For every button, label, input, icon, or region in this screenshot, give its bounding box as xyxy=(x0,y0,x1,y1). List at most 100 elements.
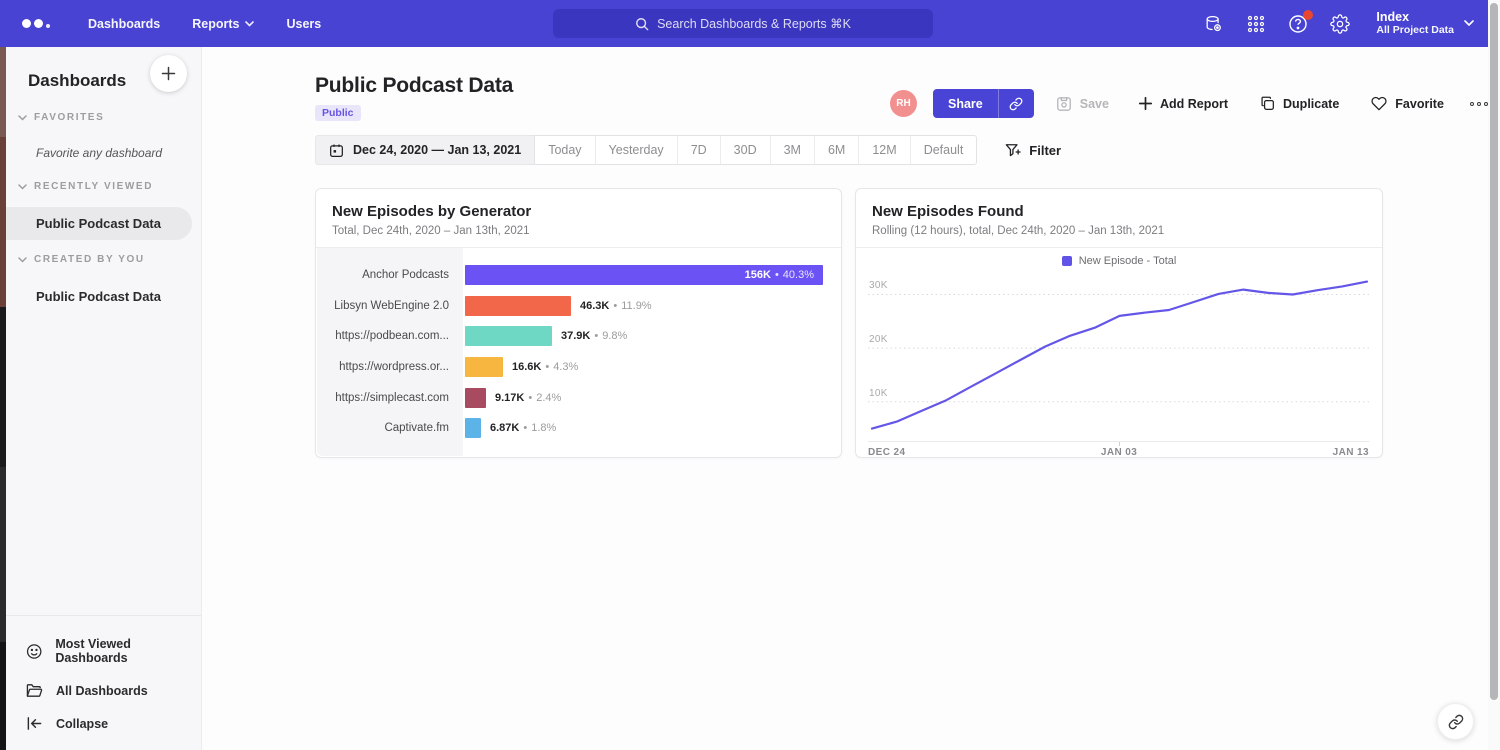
apps-grid-icon[interactable] xyxy=(1246,14,1266,34)
nav-item-users[interactable]: Users xyxy=(286,17,321,31)
range-default[interactable]: Default xyxy=(911,136,977,164)
section-favorites[interactable]: FAVORITES xyxy=(18,112,104,123)
card-header: New Episodes by Generator Total, Dec 24t… xyxy=(316,189,841,248)
bar-category-label: Libsyn WebEngine 2.0 xyxy=(317,300,463,312)
section-recently-viewed[interactable]: RECENTLY VIEWED xyxy=(18,181,153,192)
bar-value-label: 156K•40.3% xyxy=(745,265,814,285)
collapse-sidebar-button[interactable]: Collapse xyxy=(6,707,201,740)
card-title: New Episodes by Generator xyxy=(332,203,825,220)
x-axis-tick: DEC 24 xyxy=(868,447,905,458)
bar-value-label: 46.3K•11.9% xyxy=(580,300,652,312)
mode-logo-icon[interactable] xyxy=(22,19,62,28)
data-sources-icon[interactable] xyxy=(1204,14,1224,34)
share-link-button[interactable] xyxy=(998,89,1034,118)
bar-row: Anchor Podcasts 156K•40.3% xyxy=(317,260,840,291)
bar-value-label: 16.6K•4.3% xyxy=(512,361,578,373)
y-axis-tick: 30K xyxy=(869,280,888,291)
save-icon xyxy=(1056,96,1072,112)
bar-category-label: https://podbean.com... xyxy=(317,330,463,342)
page-scrollbar xyxy=(1488,0,1500,750)
sidebar-footer: Most Viewed Dashboards All Dashboards Co… xyxy=(6,615,201,750)
add-report-button[interactable]: Add Report xyxy=(1139,97,1228,111)
add-dashboard-button[interactable] xyxy=(150,55,187,92)
search-input[interactable]: Search Dashboards & Reports ⌘K xyxy=(553,9,933,38)
chevron-down-icon xyxy=(1464,20,1474,27)
more-options-button[interactable] xyxy=(1470,102,1488,106)
legend-label: New Episode - Total xyxy=(1079,255,1177,267)
x-axis-labels: DEC 24 JAN 03 JAN 13 xyxy=(868,447,1369,458)
bar-wordpress[interactable] xyxy=(465,357,503,377)
range-7d[interactable]: 7D xyxy=(678,136,721,164)
bar-row: https://simplecast.com 9.17K•2.4% xyxy=(317,382,840,413)
workspace-subtitle: All Project Data xyxy=(1376,24,1454,37)
folder-icon xyxy=(26,683,43,698)
date-range-button[interactable]: Dec 24, 2020 — Jan 13, 2021 xyxy=(315,135,534,165)
footer-item-label: Most Viewed Dashboards xyxy=(55,637,201,665)
smiley-icon xyxy=(26,643,42,660)
bar-simplecast[interactable] xyxy=(465,388,486,408)
plus-icon xyxy=(1139,97,1152,110)
bar-chart: Anchor Podcasts 156K•40.3% Libsyn WebEng… xyxy=(317,248,840,456)
filter-button[interactable]: Filter xyxy=(1005,143,1061,158)
collapse-icon xyxy=(26,716,43,731)
duplicate-button[interactable]: Duplicate xyxy=(1260,96,1339,111)
favorite-button[interactable]: Favorite xyxy=(1371,96,1444,111)
bar-anchor-podcasts[interactable]: 156K•40.3% xyxy=(465,265,823,285)
filter-label: Filter xyxy=(1029,143,1061,158)
range-6m[interactable]: 6M xyxy=(815,136,859,164)
range-today[interactable]: Today xyxy=(535,136,595,164)
save-button[interactable]: Save xyxy=(1056,96,1109,112)
avatar[interactable]: RH xyxy=(890,90,917,117)
copy-link-floating-button[interactable] xyxy=(1437,703,1474,740)
help-icon[interactable] xyxy=(1288,14,1308,34)
sidebar-item-public-podcast-data-created[interactable]: Public Podcast Data xyxy=(36,288,161,306)
range-yesterday[interactable]: Yesterday xyxy=(596,136,678,164)
section-created-by-you[interactable]: CREATED BY YOU xyxy=(18,254,145,265)
visibility-badge: Public xyxy=(315,105,361,121)
x-axis-tick: JAN 13 xyxy=(1333,447,1369,458)
top-nav: Dashboards Reports Users Search Dashboar… xyxy=(6,0,1488,47)
search-icon xyxy=(635,17,649,31)
sidebar-item-public-podcast-data-recent[interactable]: Public Podcast Data xyxy=(6,207,192,240)
range-3m[interactable]: 3M xyxy=(771,136,815,164)
share-button[interactable]: Share xyxy=(933,89,998,118)
sidebar: Dashboards FAVORITES Favorite any dashbo… xyxy=(6,47,202,750)
sidebar-item-label: Public Podcast Data xyxy=(36,289,161,304)
workspace-switcher[interactable]: Index All Project Data xyxy=(1376,10,1474,37)
bar-category-label: https://simplecast.com xyxy=(317,392,463,404)
bar-podbean[interactable] xyxy=(465,326,552,346)
range-30d[interactable]: 30D xyxy=(721,136,771,164)
bar-row: Libsyn WebEngine 2.0 46.3K•11.9% xyxy=(317,291,840,322)
bar-value-label: 37.9K•9.8% xyxy=(561,330,627,342)
line-series[interactable] xyxy=(872,282,1367,429)
x-axis-tick: JAN 03 xyxy=(1101,447,1137,458)
settings-gear-icon[interactable] xyxy=(1330,14,1350,34)
nav-item-dashboards[interactable]: Dashboards xyxy=(88,17,160,31)
y-axis-tick: 20K xyxy=(869,334,888,345)
nav-item-label: Dashboards xyxy=(88,17,160,31)
card-subtitle: Total, Dec 24th, 2020 – Jan 13th, 2021 xyxy=(332,225,825,237)
most-viewed-dashboards-button[interactable]: Most Viewed Dashboards xyxy=(6,628,201,674)
search-placeholder: Search Dashboards & Reports ⌘K xyxy=(657,16,851,31)
bar-captivate[interactable] xyxy=(465,418,481,438)
bar-row: https://podbean.com... 37.9K•9.8% xyxy=(317,321,840,352)
card-title: New Episodes Found xyxy=(872,203,1366,220)
bar-category-label: Captivate.fm xyxy=(317,422,463,434)
bar-value-label: 6.87K•1.8% xyxy=(490,422,556,434)
card-header: New Episodes Found Rolling (12 hours), t… xyxy=(856,189,1382,248)
footer-item-label: All Dashboards xyxy=(56,684,148,698)
sidebar-item-label: Public Podcast Data xyxy=(36,216,161,231)
all-dashboards-button[interactable]: All Dashboards xyxy=(6,674,201,707)
sidebar-title: Dashboards xyxy=(28,71,126,91)
range-12m[interactable]: 12M xyxy=(859,136,910,164)
favorites-empty-hint: Favorite any dashboard xyxy=(36,146,162,160)
scrollbar-thumb[interactable] xyxy=(1490,3,1498,700)
chevron-down-icon xyxy=(18,115,27,121)
bar-libsyn[interactable] xyxy=(465,296,571,316)
notification-badge xyxy=(1303,10,1313,20)
duplicate-icon xyxy=(1260,96,1275,111)
duplicate-label: Duplicate xyxy=(1283,97,1339,111)
card-new-episodes-by-generator: New Episodes by Generator Total, Dec 24t… xyxy=(315,188,842,458)
line-chart-svg xyxy=(868,273,1371,442)
nav-item-reports[interactable]: Reports xyxy=(192,17,254,31)
